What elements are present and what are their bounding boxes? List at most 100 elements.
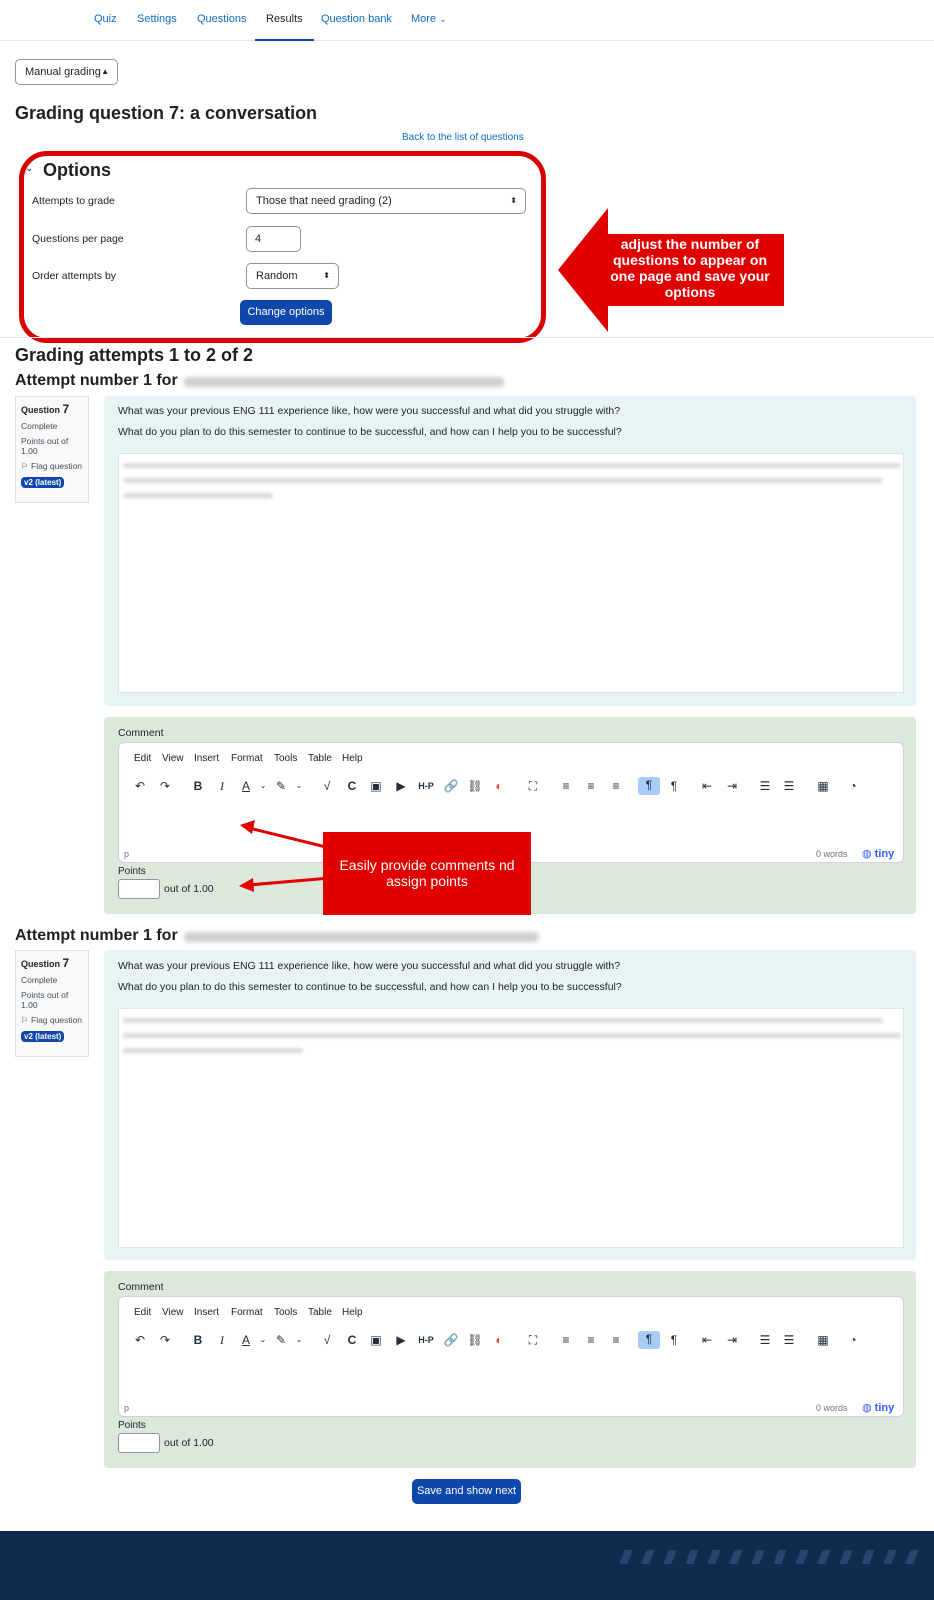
undo-icon[interactable]: ↶ [132,1332,148,1348]
media-icon[interactable]: ▶ [393,1332,409,1348]
nav-tab-questions[interactable]: Questions [197,0,247,41]
align-left-icon[interactable]: ≡ [558,1332,574,1348]
indent-icon[interactable]: ⇥ [724,778,740,794]
bullet-list-icon[interactable]: ☰ [757,1332,773,1348]
nav-tab-settings[interactable]: Settings [137,0,177,41]
editor-menu-table[interactable]: Table [308,1307,332,1318]
grading-mode-select[interactable]: Manual grading ▲ [15,59,118,85]
accessibility-checker-icon[interactable]: ◔ [843,1332,863,1348]
bold-icon[interactable]: B [190,1332,206,1348]
indent-icon[interactable]: ⇥ [724,1332,740,1348]
unlink-icon[interactable]: ⛓ [467,1332,483,1348]
back-to-questions-link[interactable]: Back to the list of questions [402,132,524,143]
editor-menu-edit[interactable]: Edit [134,753,151,764]
collapse-chevron-icon[interactable]: ⌄ [25,163,33,174]
nav-tab-more[interactable]: More ⌄ [411,0,447,41]
ltr-icon[interactable]: ¶ [638,777,660,795]
accessibility-checker-icon[interactable]: ◔ [843,778,863,794]
redo-icon[interactable]: ↷ [157,778,173,794]
copyright-icon[interactable]: C [344,778,360,794]
text-color-icon[interactable]: A [238,778,254,794]
calculator-icon[interactable]: ▦ [815,778,831,794]
unlink-icon[interactable]: ⛓ [467,778,483,794]
flag-question-link[interactable]: ⚐ Flag question [21,1015,83,1026]
flag-question-link[interactable]: ⚐ Flag question [21,461,83,472]
redo-icon[interactable]: ↷ [157,1332,173,1348]
undo-icon[interactable]: ↶ [132,778,148,794]
ltr-icon[interactable]: ¶ [638,1331,660,1349]
points-label: Points [118,866,146,877]
question-state: Complete [21,421,58,431]
align-left-icon[interactable]: ≡ [558,778,574,794]
media-icon[interactable]: ▶ [393,778,409,794]
question-prompt-2: What do you plan to do this semester to … [118,981,622,993]
attempts-to-grade-select[interactable]: Those that need grading (2) ⬍ [246,188,526,214]
numbered-list-icon[interactable]: ☰ [781,1332,797,1348]
editor-menu-tools[interactable]: Tools [274,1307,297,1318]
editor-menu-help[interactable]: Help [342,753,363,764]
editor-menu-format[interactable]: Format [231,753,263,764]
record-icon[interactable]: ◐ [491,1332,507,1348]
h5p-icon[interactable]: H-P [416,778,436,794]
equation-icon[interactable]: √ [319,778,335,794]
highlight-color-icon[interactable]: ✎ [273,778,289,794]
bullet-list-icon[interactable]: ☰ [757,778,773,794]
outdent-icon[interactable]: ⇤ [699,1332,715,1348]
editor-menu-view[interactable]: View [162,753,184,764]
link-icon[interactable]: 🔗 [443,1332,459,1348]
grading-mode-value: Manual grading [25,66,101,78]
image-icon[interactable]: ▣ [368,1332,384,1348]
align-center-icon[interactable]: ≡ [583,1332,599,1348]
fullscreen-icon[interactable]: ⛶ [525,778,541,794]
align-right-icon[interactable]: ≡ [608,1332,624,1348]
fullscreen-icon[interactable]: ⛶ [525,1332,541,1348]
h5p-icon[interactable]: H-P [416,1332,436,1348]
italic-icon[interactable]: I [214,778,230,794]
align-center-icon[interactable]: ≡ [583,778,599,794]
points-input[interactable] [118,1433,160,1453]
bold-icon[interactable]: B [190,778,206,794]
editor-menu-edit[interactable]: Edit [134,1307,151,1318]
question-points: Points out of 1.00 [21,436,69,456]
record-icon[interactable]: ◐ [491,778,507,794]
nav-tab-results[interactable]: Results [255,0,314,41]
order-attempts-select[interactable]: Random ⬍ [246,263,339,289]
editor-menu-format[interactable]: Format [231,1307,263,1318]
image-icon[interactable]: ▣ [368,778,384,794]
question-state: Complete [21,975,58,985]
editor-menu-help[interactable]: Help [342,1307,363,1318]
grading-attempts-heading: Grading attempts 1 to 2 of 2 [15,345,254,365]
numbered-list-icon[interactable]: ☰ [781,778,797,794]
editor-menu-insert[interactable]: Insert [194,753,219,764]
questions-per-page-input[interactable]: 4 [246,226,301,252]
editor-menu-tools[interactable]: Tools [274,753,297,764]
italic-icon[interactable]: I [214,1332,230,1348]
copyright-icon[interactable]: C [344,1332,360,1348]
editor-menu-table[interactable]: Table [308,753,332,764]
text-color-icon[interactable]: A [238,1332,254,1348]
redacted-response-line [123,463,901,468]
link-icon[interactable]: 🔗 [443,778,459,794]
equation-icon[interactable]: √ [319,1332,335,1348]
editor-menu-insert[interactable]: Insert [194,1307,219,1318]
points-input[interactable] [118,879,160,899]
order-attempts-value: Random [256,270,298,282]
secondary-navigation: Quiz Settings Questions Results Question… [0,0,934,41]
save-and-show-next-button[interactable]: Save and show next [412,1479,521,1504]
rtl-icon[interactable]: ¶ [666,778,682,794]
chevron-down-icon[interactable]: ⌄ [255,778,271,794]
editor-menu-view[interactable]: View [162,1307,184,1318]
question-prompt-1: What was your previous ENG 111 experienc… [118,960,621,972]
chevron-down-icon[interactable]: ⌄ [291,1332,307,1348]
align-right-icon[interactable]: ≡ [608,778,624,794]
question-word: Question [21,405,61,415]
nav-tab-quiz[interactable]: Quiz [94,0,117,41]
chevron-down-icon[interactable]: ⌄ [291,778,307,794]
rtl-icon[interactable]: ¶ [666,1332,682,1348]
change-options-button[interactable]: Change options [240,300,332,325]
chevron-down-icon[interactable]: ⌄ [255,1332,271,1348]
outdent-icon[interactable]: ⇤ [699,778,715,794]
highlight-color-icon[interactable]: ✎ [273,1332,289,1348]
calculator-icon[interactable]: ▦ [815,1332,831,1348]
nav-tab-question-bank[interactable]: Question bank [321,0,392,41]
